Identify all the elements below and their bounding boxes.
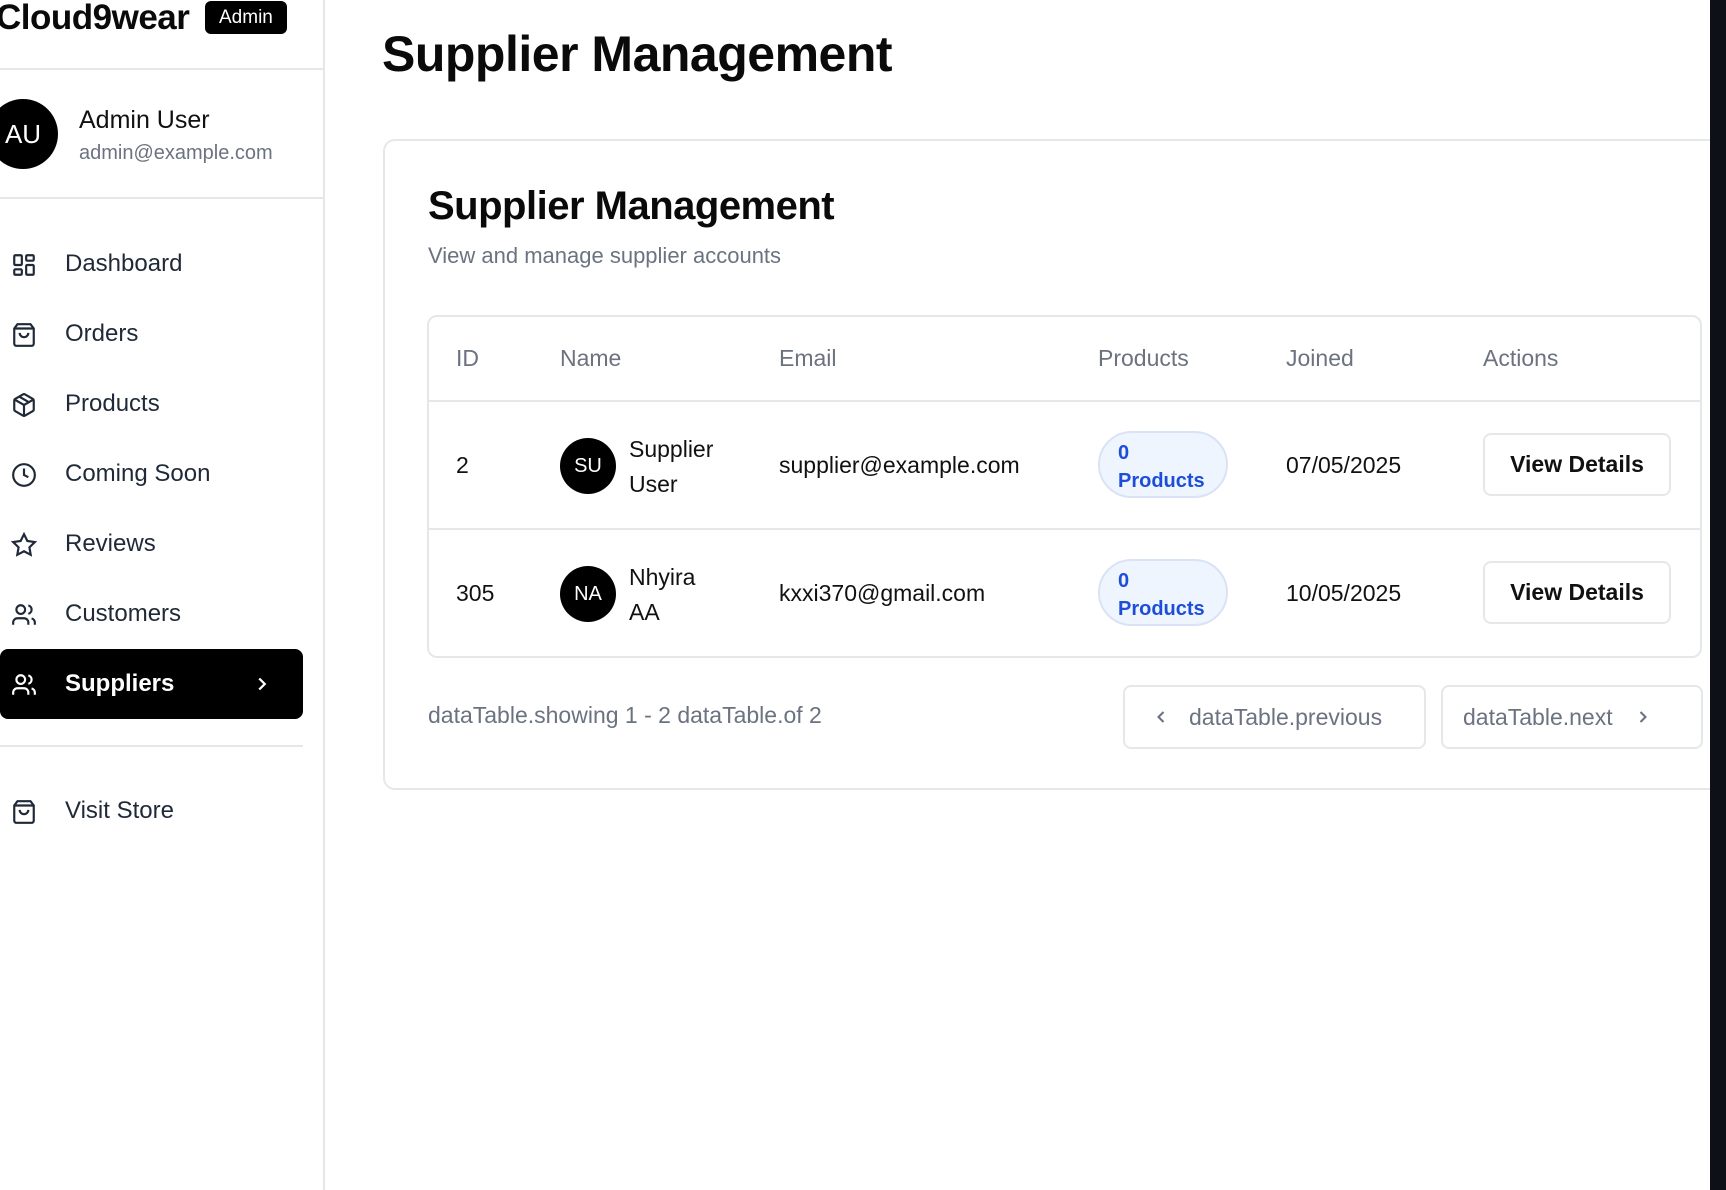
chevron-right-icon (1633, 707, 1653, 727)
products-count: 0 (1118, 570, 1130, 592)
sidebar-item-label: Visit Store (65, 797, 174, 824)
sidebar: Cloud9wear Admin AU Admin User admin@exa… (0, 0, 325, 1190)
products-count-badge: 0 Products (1098, 559, 1228, 626)
sidebar-item-suppliers[interactable]: Suppliers (0, 649, 303, 719)
table-row[interactable]: 2 SU Supplier User supplier@example.com … (429, 402, 1700, 530)
sidebar-item-label: Reviews (65, 530, 156, 557)
package-icon (10, 391, 37, 418)
card-subtitle: View and manage supplier accounts (428, 243, 782, 268)
products-label: Products (1118, 470, 1205, 492)
sidebar-item-visit-store[interactable]: Visit Store (0, 776, 303, 846)
avatar: AU (0, 99, 58, 169)
sidebar-item-orders[interactable]: Orders (0, 299, 303, 369)
joined-date: 10/05/2025 (1286, 580, 1402, 606)
column-header-email[interactable]: Email (779, 345, 837, 372)
view-details-button[interactable]: View Details (1483, 561, 1671, 624)
user-email: admin@example.com (79, 142, 273, 164)
supplier-name-line: Nhyira (629, 564, 696, 590)
brand-header: Cloud9wear Admin (0, 0, 323, 70)
supplier-name-line: AA (629, 599, 660, 625)
sidebar-item-dashboard[interactable]: Dashboard (0, 229, 303, 299)
sidebar-item-coming-soon[interactable]: Coming Soon (0, 439, 303, 509)
sidebar-nav: Dashboard Orders Products Coming Soon Re… (0, 229, 303, 719)
column-header-name[interactable]: Name (560, 345, 621, 372)
supplier-email: kxxi370@gmail.com (779, 580, 986, 606)
user-profile: AU Admin User admin@example.com (0, 70, 323, 199)
table-header: ID Name Email Products Joined Actions (429, 317, 1700, 402)
sidebar-item-label: Coming Soon (65, 460, 211, 487)
brand-logo-text[interactable]: Cloud9wear (0, 0, 190, 36)
pagination-info: dataTable.showing 1 - 2 dataTable.of 2 (428, 702, 822, 728)
column-header-actions: Actions (1483, 345, 1559, 371)
suppliers-table: ID Name Email Products Joined Actions 2 … (427, 315, 1702, 658)
supplier-name-line: User (629, 471, 678, 497)
user-name: Admin User (79, 106, 210, 134)
star-icon (10, 531, 37, 558)
column-header-id[interactable]: ID (456, 345, 479, 372)
shopping-bag-icon (10, 798, 37, 825)
users-icon (10, 671, 37, 698)
clock-icon (10, 461, 37, 488)
nav-divider (0, 745, 303, 747)
supplier-id: 305 (456, 580, 495, 606)
products-count-badge: 0 Products (1098, 431, 1228, 498)
view-details-button[interactable]: View Details (1483, 433, 1671, 496)
shopping-bag-icon (10, 321, 37, 348)
sidebar-item-label: Products (65, 390, 160, 417)
previous-label: dataTable.previous (1189, 703, 1383, 730)
sidebar-item-label: Orders (65, 320, 139, 347)
sidebar-item-customers[interactable]: Customers (0, 579, 303, 649)
sidebar-item-label: Customers (65, 600, 182, 627)
users-icon (10, 601, 37, 628)
sidebar-item-label: Dashboard (65, 250, 183, 277)
products-label: Products (1118, 598, 1205, 620)
sidebar-item-products[interactable]: Products (0, 369, 303, 439)
supplier-id: 2 (456, 452, 469, 478)
supplier-name: Supplier User (629, 432, 749, 502)
supplier-card: Supplier Management View and manage supp… (383, 139, 1723, 790)
main-content: Supplier Management Supplier Management … (327, 0, 1723, 1190)
sidebar-item-label: Suppliers (65, 670, 175, 697)
chevron-left-icon (1151, 707, 1171, 727)
next-page-button[interactable]: dataTable.next (1441, 685, 1703, 749)
avatar: SU (560, 438, 616, 494)
sidebar-item-reviews[interactable]: Reviews (0, 509, 303, 579)
joined-date: 07/05/2025 (1286, 452, 1402, 478)
next-label: dataTable.next (1463, 703, 1613, 730)
dashboard-icon (10, 251, 37, 278)
card-title: Supplier Management (428, 184, 835, 228)
previous-page-button[interactable]: dataTable.previous (1123, 685, 1426, 749)
admin-badge: Admin (205, 1, 287, 34)
column-header-joined[interactable]: Joined (1286, 345, 1354, 372)
supplier-name-line: Supplier (629, 436, 714, 462)
page-title: Supplier Management (382, 26, 893, 82)
supplier-name: Nhyira AA (629, 560, 749, 630)
chevron-right-icon (251, 673, 273, 695)
supplier-email: supplier@example.com (779, 452, 1020, 478)
column-header-products[interactable]: Products (1098, 345, 1189, 372)
table-row[interactable]: 305 NA Nhyira AA kxxi370@gmail.com 0 Pro… (429, 530, 1700, 656)
avatar: NA (560, 566, 616, 622)
products-count: 0 (1118, 442, 1130, 464)
window-edge (1710, 0, 1726, 1190)
